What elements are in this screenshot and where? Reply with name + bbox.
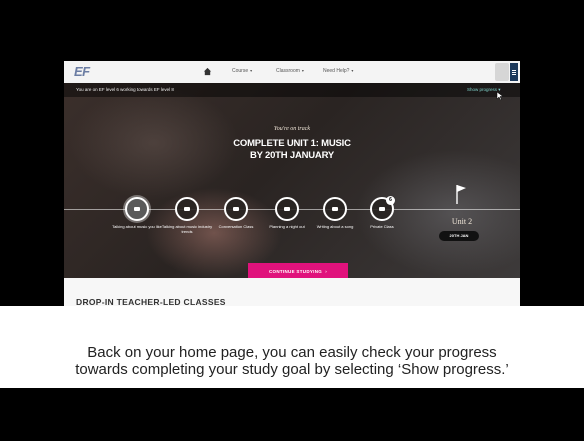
step-private-class[interactable]: 6 Private Class: [352, 196, 412, 229]
lower-section: DROP-IN TEACHER-LED CLASSES: [64, 278, 520, 306]
private-class-count-badge: 6: [386, 196, 395, 205]
caption-text: Back on your home page, you can easily c…: [75, 344, 509, 378]
video-frame: EF Course ▾ Classroom ▾ Need Help? ▾ You ar…: [0, 0, 584, 441]
nav-need-help[interactable]: Need Help? ▾: [323, 68, 353, 74]
section-heading: DROP-IN TEACHER-LED CLASSES: [76, 297, 226, 306]
lesson-icon: [323, 197, 347, 221]
mouse-cursor-icon: [496, 91, 504, 101]
nav-course[interactable]: Course ▾: [232, 68, 252, 74]
group-class-icon: [224, 197, 248, 221]
next-unit-label: Unit 2: [451, 217, 473, 226]
goal-deadline: BY 20TH JANUARY: [249, 150, 335, 161]
lesson-icon: [175, 197, 199, 221]
goal-title: COMPLETE UNIT 1: MUSIC: [233, 138, 351, 149]
goal-flag-icon: [456, 185, 466, 204]
ef-logo[interactable]: EF: [74, 64, 90, 79]
webpage-screen: EF Course ▾ Classroom ▾ Need Help? ▾ You ar…: [64, 61, 520, 306]
nav-classroom[interactable]: Classroom ▾: [276, 68, 304, 74]
private-class-icon: 6: [370, 196, 395, 221]
video-caption: Back on your home page, you can easily c…: [0, 306, 584, 388]
hero-banner: You are on EF level 6 working towards EF…: [64, 83, 520, 281]
lesson-icon: [125, 197, 149, 221]
unit-date-pill: 20TH JAN: [439, 231, 479, 241]
menu-button[interactable]: [510, 63, 518, 81]
lesson-icon: [275, 197, 299, 221]
home-icon[interactable]: [203, 67, 212, 76]
on-track-text: You're on track: [273, 126, 311, 132]
user-avatar[interactable]: [495, 63, 509, 81]
top-navigation: EF Course ▾ Classroom ▾ Need Help? ▾: [64, 61, 520, 83]
level-status-text: You are on EF level 6 working towards EF…: [76, 87, 174, 92]
level-status-bar: You are on EF level 6 working towards EF…: [64, 83, 520, 101]
